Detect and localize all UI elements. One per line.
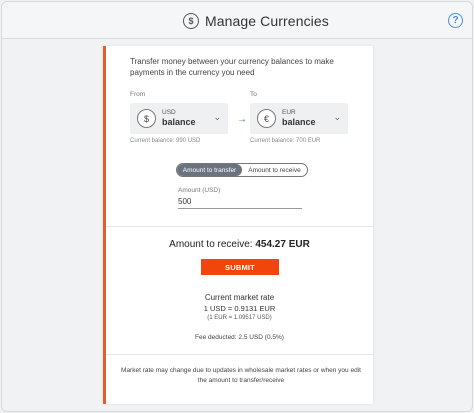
transfer-card: Transfer money between your currency bal…	[103, 46, 373, 404]
currency-exchange-icon: $	[183, 13, 199, 29]
market-rate-note: Market rate may change due to updates in…	[121, 367, 361, 384]
chevron-down-icon: ⌄	[333, 112, 341, 122]
transfer-mode-toggle: Amount to transfer Amount to receive	[176, 163, 308, 177]
fee-deducted: Fee deducted: 2.5 USD (0.5%)	[195, 334, 284, 341]
to-current-balance: Current balance: 700 EUR	[250, 138, 321, 144]
page-title: Manage Currencies	[205, 13, 329, 29]
dollar-icon: $	[137, 109, 156, 128]
divider	[106, 354, 373, 355]
amount-label: Amount (USD)	[178, 187, 221, 194]
divider	[106, 226, 373, 227]
submit-button[interactable]: SUBMIT	[201, 259, 279, 275]
to-label: To	[250, 91, 257, 98]
rate-title: Current market rate	[204, 293, 275, 302]
app-window: $ Manage Currencies ? Transfer money bet…	[1, 1, 473, 412]
amount-input[interactable]: 500	[178, 197, 302, 209]
receive-label: Amount to receive:	[169, 239, 256, 250]
from-balance-label: balance	[162, 117, 196, 127]
tab-amount-to-receive[interactable]: Amount to receive	[242, 164, 307, 176]
to-balance-label: balance	[282, 117, 316, 127]
rate-inverse: (1 EUR = 1.09517 USD)	[207, 315, 272, 321]
from-currency-select[interactable]: $ USD balance ⌄	[130, 103, 228, 134]
rate-main: 1 USD = 0.9131 EUR	[203, 304, 276, 313]
receive-value: 454.27 EUR	[255, 239, 310, 250]
amount-to-receive: Amount to receive: 454.27 EUR	[106, 239, 373, 250]
euro-icon: €	[257, 109, 276, 128]
to-currency-code: EUR	[282, 109, 296, 116]
header-title-group: $ Manage Currencies	[183, 12, 329, 30]
from-current-balance: Current balance: 990 USD	[130, 138, 201, 144]
to-currency-select[interactable]: € EUR balance ⌄	[250, 103, 348, 134]
arrow-right-icon: →	[237, 114, 247, 125]
from-label: From	[130, 91, 146, 98]
from-currency-code: USD	[162, 109, 176, 116]
help-icon[interactable]: ?	[448, 13, 463, 28]
chevron-down-icon: ⌄	[213, 112, 221, 122]
intro-text: Transfer money between your currency bal…	[130, 57, 334, 77]
tab-amount-to-transfer[interactable]: Amount to transfer	[177, 164, 242, 176]
header-bar: $ Manage Currencies ?	[2, 2, 472, 39]
